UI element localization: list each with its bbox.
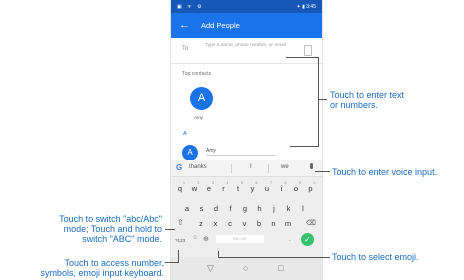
app-bar: ← Add People bbox=[171, 13, 322, 38]
suggestion-1[interactable]: thanks bbox=[189, 164, 207, 170]
callout-line bbox=[315, 171, 330, 172]
navigation-bar: ▽ ○ □ bbox=[171, 257, 322, 280]
key-f[interactable]: f bbox=[225, 204, 237, 213]
to-field-row: To Type a name, phone number, or email bbox=[171, 38, 322, 64]
key-o[interactable]: o bbox=[290, 184, 302, 193]
enter-key[interactable]: ✓ bbox=[301, 233, 314, 246]
key-hint-4: 5 bbox=[241, 181, 243, 185]
key-v[interactable]: v bbox=[239, 219, 251, 228]
key-k[interactable]: k bbox=[283, 204, 295, 213]
key-a[interactable]: a bbox=[181, 204, 193, 213]
key-j[interactable]: j bbox=[268, 204, 280, 213]
key-d[interactable]: d bbox=[210, 204, 222, 213]
contact-name: Amy bbox=[194, 115, 203, 120]
key-t[interactable]: t bbox=[232, 184, 244, 193]
key-hint-9: 0 bbox=[313, 181, 316, 185]
suggestion-3[interactable]: we bbox=[281, 164, 289, 170]
key-s[interactable]: s bbox=[196, 204, 208, 213]
key-p[interactable]: p bbox=[305, 184, 317, 193]
callout-line bbox=[318, 99, 327, 100]
key-r[interactable]: r bbox=[218, 184, 230, 193]
suggestion-2[interactable]: I bbox=[250, 164, 252, 170]
key-hint-3: 4 bbox=[226, 181, 229, 185]
callout-line bbox=[178, 250, 179, 263]
back-arrow-icon[interactable]: ← bbox=[179, 18, 190, 32]
key-hint-8: 9 bbox=[299, 181, 301, 185]
status-icons-right: ✦ ▮ 3:45 bbox=[296, 4, 316, 10]
google-g-icon[interactable]: G bbox=[176, 163, 182, 172]
callout-voice: Touch to enter voice input. bbox=[332, 167, 438, 177]
space-bar[interactable]: EN • US bbox=[216, 235, 264, 243]
callout-line bbox=[218, 257, 330, 258]
key-hint-5: 6 bbox=[255, 181, 258, 185]
key-e[interactable]: e bbox=[203, 184, 215, 193]
list-contact-avatar[interactable]: A bbox=[182, 145, 198, 161]
globe-icon[interactable]: ⊕ bbox=[203, 235, 209, 243]
nav-recents-icon[interactable]: □ bbox=[278, 263, 283, 273]
nav-back-icon[interactable]: ▽ bbox=[207, 263, 214, 274]
divider bbox=[231, 164, 232, 173]
key-l[interactable]: l bbox=[297, 204, 309, 213]
shift-key[interactable]: ⇧ bbox=[177, 218, 184, 227]
key-row-2: asdfghjkl bbox=[171, 202, 322, 220]
key-hint-2: 3 bbox=[212, 181, 214, 185]
status-icons-left: ▣ ᯤ ⚙ bbox=[177, 4, 204, 10]
key-h[interactable]: h bbox=[254, 204, 266, 213]
list-contact-detail bbox=[206, 155, 276, 156]
key-g[interactable]: g bbox=[239, 204, 251, 213]
backspace-key[interactable]: ⌫ bbox=[306, 219, 316, 227]
key-n[interactable]: n bbox=[268, 219, 280, 228]
add-contact-icon[interactable] bbox=[304, 45, 312, 56]
status-bar: ▣ ᯤ ⚙ ✦ ▮ 3:45 bbox=[171, 0, 322, 13]
key-hint-1: 2 bbox=[197, 181, 200, 185]
callout-shift: Touch to switch "abc/Abc" mode; Touch an… bbox=[59, 214, 162, 244]
number-symbol-key[interactable]: ?123 bbox=[175, 238, 185, 243]
section-label-top-contacts: Top contacts bbox=[182, 71, 212, 77]
key-u[interactable]: u bbox=[261, 184, 273, 193]
period-key[interactable]: . bbox=[289, 237, 291, 243]
divider bbox=[268, 164, 269, 173]
key-hint-0: 1 bbox=[183, 181, 185, 185]
callout-numbers: Touch to access number, symbols, emoji i… bbox=[40, 258, 164, 278]
key-b[interactable]: b bbox=[253, 219, 265, 228]
callout-line bbox=[318, 57, 319, 146]
callout-emoji: Touch to select emoji. bbox=[332, 252, 419, 262]
microphone-icon[interactable] bbox=[310, 163, 313, 169]
key-x[interactable]: x bbox=[210, 219, 222, 228]
page-title: Add People bbox=[201, 21, 240, 30]
callout-line bbox=[290, 146, 319, 147]
key-w[interactable]: w bbox=[189, 184, 201, 193]
to-label: To bbox=[182, 46, 189, 52]
list-contact-name[interactable]: Amy bbox=[206, 148, 216, 154]
emoji-icon[interactable]: ☺ bbox=[192, 235, 198, 241]
key-hint-7: 8 bbox=[284, 181, 287, 185]
callout-line bbox=[286, 57, 318, 58]
keyboard: G thanks I we q1w2e3r4t5y6u7i8o9p0 asdfg… bbox=[171, 160, 322, 280]
recipient-input[interactable]: Type a name, phone number, or email bbox=[205, 43, 295, 49]
key-hint-6: 7 bbox=[270, 181, 272, 185]
phone-screen: ▣ ᯤ ⚙ ✦ ▮ 3:45 ← Add People To Type a na… bbox=[171, 0, 322, 280]
key-c[interactable]: c bbox=[224, 219, 236, 228]
callout-line bbox=[218, 251, 219, 258]
key-m[interactable]: m bbox=[282, 219, 294, 228]
callout-line bbox=[165, 262, 178, 263]
key-q[interactable]: q bbox=[174, 184, 186, 193]
index-letter: A bbox=[183, 131, 187, 137]
key-y[interactable]: y bbox=[247, 184, 259, 193]
key-z[interactable]: z bbox=[195, 219, 207, 228]
callout-enter-text: Touch to enter text or numbers. bbox=[330, 90, 405, 110]
callout-line bbox=[165, 229, 175, 230]
contact-avatar[interactable]: A bbox=[190, 87, 213, 110]
key-row-1: q1w2e3r4t5y6u7i8o9p0 bbox=[171, 181, 322, 199]
suggestion-strip: G thanks I we bbox=[171, 160, 322, 177]
key-i[interactable]: i bbox=[276, 184, 288, 193]
nav-home-icon[interactable]: ○ bbox=[243, 263, 248, 273]
